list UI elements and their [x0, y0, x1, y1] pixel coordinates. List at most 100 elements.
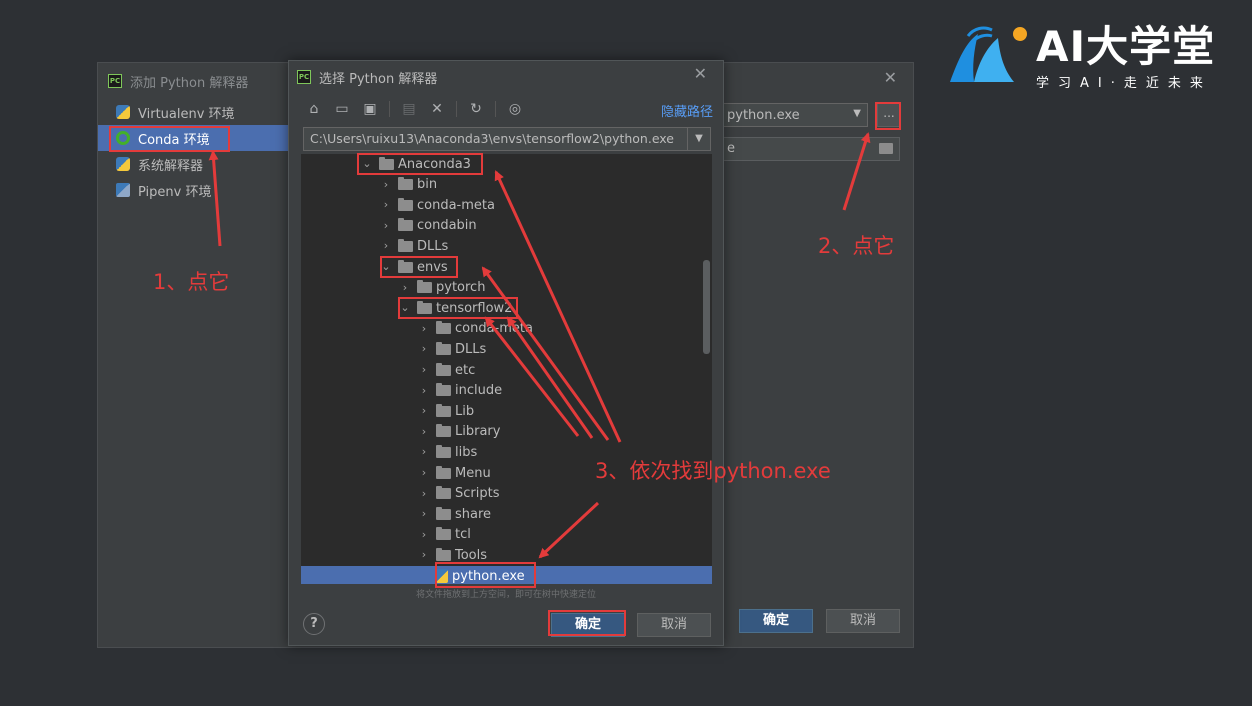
help-button[interactable]: ? — [303, 613, 325, 635]
folder-icon — [436, 403, 451, 417]
tree-folder-row[interactable]: › share — [301, 504, 712, 524]
tree-folder-row[interactable]: › conda-meta — [301, 319, 712, 339]
tree-item-label: pytorch — [436, 280, 486, 296]
interpreter-value: python.exe — [727, 107, 800, 123]
tree-item-label: Tools — [455, 547, 488, 563]
select-interpreter-title: 选择 Python 解释器 — [319, 71, 438, 87]
tree-folder-row[interactable]: › bin — [301, 175, 712, 195]
sidebar-item-conda[interactable]: Conda 环境 — [98, 125, 288, 151]
interpreter-select[interactable]: python.exe ▼ — [722, 103, 868, 127]
folder-icon — [417, 280, 432, 294]
chevron-down-icon[interactable]: ⌄ — [361, 158, 373, 170]
chevron-right-icon[interactable]: › — [418, 364, 430, 376]
chevron-right-icon[interactable]: › — [418, 384, 430, 397]
tree-file-row[interactable]: python.exe — [301, 566, 712, 584]
sidebar-item-virtualenv[interactable]: Virtualenv 环境 — [98, 99, 288, 125]
ok-button[interactable]: 确定 — [551, 613, 625, 637]
tree-item-label: tensorflow2 — [436, 300, 513, 316]
tree-folder-row[interactable]: › DLLs — [301, 236, 712, 256]
tree-item-label: Scripts — [455, 486, 500, 502]
chevron-right-icon[interactable]: › — [418, 405, 430, 417]
chevron-right-icon[interactable]: › — [418, 343, 430, 355]
folder-icon — [436, 486, 451, 500]
chevron-down-icon[interactable]: ⌄ — [380, 261, 392, 273]
tree-item-label: libs — [455, 444, 478, 460]
tree-folder-row[interactable]: ⌄ envs — [301, 257, 712, 277]
new-folder-icon[interactable]: ▤ — [398, 98, 420, 120]
conda-icon — [116, 131, 130, 145]
cancel-button[interactable]: 取消 — [637, 613, 711, 637]
hide-path-link[interactable]: 隐藏路径 — [661, 101, 713, 120]
tree-folder-row[interactable]: › DLLs — [301, 339, 712, 359]
tree-item-label: python.exe — [452, 568, 525, 584]
chevron-right-icon[interactable]: › — [380, 178, 392, 191]
tree-folder-row[interactable]: › Tools — [301, 545, 712, 565]
chevron-down-icon[interactable]: ⌄ — [399, 302, 411, 314]
folder-icon — [436, 362, 451, 376]
tree-item-label: Lib — [455, 403, 475, 419]
pycharm-icon: PC — [297, 70, 311, 84]
folder-icon — [398, 259, 413, 273]
brand-logo: AI大学堂 学习AI·走近未来 — [944, 20, 1244, 91]
tree-folder-row[interactable]: › Scripts — [301, 484, 712, 504]
chevron-right-icon[interactable]: › — [418, 425, 430, 438]
toolbar-divider — [389, 101, 390, 117]
tree-folder-row[interactable]: › conda-meta — [301, 195, 712, 215]
folder-icon[interactable] — [879, 143, 893, 154]
tree-item-label: DLLs — [455, 341, 487, 357]
refresh-icon[interactable]: ↻ — [465, 98, 487, 120]
tree-folder-row[interactable]: › Library — [301, 422, 712, 442]
chevron-right-icon[interactable]: › — [380, 240, 392, 252]
tree-folder-row[interactable]: ⌄ Anaconda3 — [301, 154, 712, 174]
tree-folder-row[interactable]: › include — [301, 381, 712, 401]
sidebar-item-label: Virtualenv 环境 — [138, 106, 235, 122]
chevron-right-icon[interactable]: › — [418, 322, 430, 335]
sidebar-item-system[interactable]: 系统解释器 — [98, 151, 288, 177]
folder-icon — [436, 444, 451, 458]
chevron-down-icon: ▼ — [853, 108, 861, 119]
tree-folder-row[interactable]: › tcl — [301, 525, 712, 545]
project-folder-icon[interactable]: ▣ — [359, 98, 381, 120]
pipenv-icon — [116, 183, 130, 197]
home-icon[interactable]: ⌂ — [303, 98, 325, 120]
folder-icon — [436, 506, 451, 520]
chevron-right-icon[interactable]: › — [399, 281, 411, 294]
close-icon[interactable]: ✕ — [884, 68, 897, 87]
chevron-right-icon[interactable]: › — [418, 467, 430, 479]
chevron-right-icon[interactable]: › — [418, 487, 430, 500]
tree-item-label: Menu — [455, 465, 491, 481]
conda-executable-value: e — [727, 141, 735, 156]
browse-button[interactable]: ... — [877, 103, 901, 127]
chevron-right-icon[interactable]: › — [418, 549, 430, 561]
folder-icon — [436, 465, 451, 479]
path-input[interactable]: C:\Users\ruixu13\Anaconda3\envs\tensorfl… — [303, 127, 711, 151]
file-chooser-toolbar: ⌂ ▭ ▣ ▤ ✕ ↻ ◎ — [303, 97, 526, 121]
sidebar-item-label: Pipenv 环境 — [138, 184, 212, 200]
chevron-right-icon[interactable]: › — [418, 528, 430, 541]
path-value: C:\Users\ruixu13\Anaconda3\envs\tensorfl… — [310, 131, 675, 146]
cancel-button[interactable]: 取消 — [826, 609, 900, 633]
chevron-right-icon[interactable]: › — [418, 446, 430, 458]
tree-folder-row[interactable]: › condabin — [301, 216, 712, 236]
chevron-down-icon[interactable]: ▼ — [687, 128, 710, 150]
folder-icon — [398, 177, 413, 191]
chevron-right-icon[interactable]: › — [418, 508, 430, 520]
delete-icon[interactable]: ✕ — [426, 98, 448, 120]
ok-button[interactable]: 确定 — [739, 609, 813, 633]
chevron-right-icon[interactable]: › — [380, 199, 392, 211]
annotation-step1: 1、点它 — [153, 270, 230, 294]
tree-folder-row[interactable]: › etc — [301, 360, 712, 380]
desktop-icon[interactable]: ▭ — [331, 98, 353, 120]
show-hidden-icon[interactable]: ◎ — [504, 98, 526, 120]
tree-folder-row[interactable]: › pytorch — [301, 278, 712, 298]
tree-folder-row[interactable]: › Lib — [301, 401, 712, 421]
toolbar-divider — [456, 101, 457, 117]
annotation-step2: 2、点它 — [818, 234, 895, 258]
tree-item-label: conda-meta — [455, 321, 533, 337]
chevron-right-icon[interactable]: › — [380, 219, 392, 232]
sidebar-item-pipenv[interactable]: Pipenv 环境 — [98, 177, 288, 203]
close-icon[interactable]: ✕ — [694, 64, 707, 83]
conda-executable-field[interactable]: e — [722, 137, 900, 161]
file-tree: ⌄ Anaconda3 › bin › conda-meta › condabin › DLLs ⌄… — [301, 154, 712, 584]
tree-folder-row[interactable]: ⌄ tensorflow2 — [301, 298, 712, 318]
